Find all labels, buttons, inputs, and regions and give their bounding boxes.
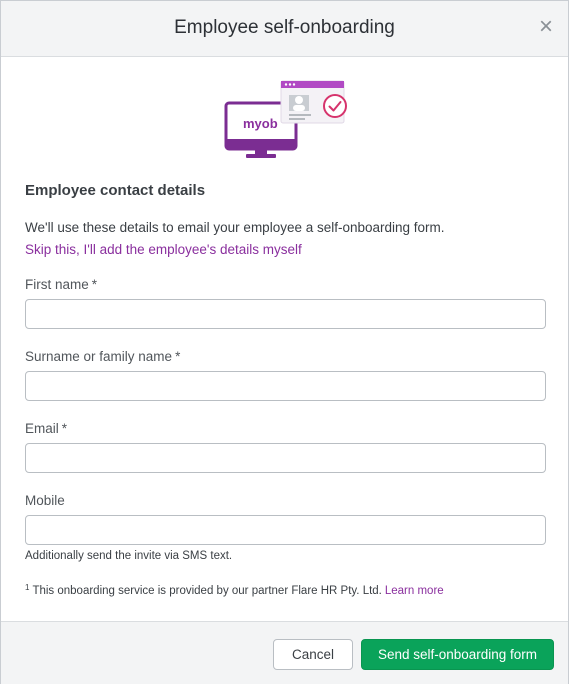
required-marker: * — [91, 277, 98, 292]
send-self-onboarding-form-button[interactable]: Send self-onboarding form — [361, 639, 554, 670]
footnote-text: This onboarding service is provided by o… — [32, 585, 382, 597]
myob-logo: myob — [243, 116, 278, 131]
dialog-header: Employee self-onboarding × — [1, 1, 568, 57]
intro-text: We'll use these details to email your em… — [25, 220, 445, 235]
mobile-label-text: Mobile — [25, 493, 65, 508]
learn-more-link[interactable]: Learn more — [385, 585, 444, 597]
first-name-input[interactable] — [25, 299, 546, 329]
footnote-marker: 1 — [25, 583, 30, 592]
email-label: Email * — [25, 421, 67, 436]
section-heading: Employee contact details — [25, 182, 206, 199]
employee-self-onboarding-dialog: Employee self-onboarding × myob Employee… — [0, 0, 569, 684]
first-name-label: First name * — [25, 277, 97, 292]
mobile-label: Mobile — [25, 493, 65, 508]
computer-with-profile-card-icon: myob — [224, 80, 347, 158]
first-name-label-text: First name — [25, 277, 89, 292]
email-input[interactable] — [25, 443, 546, 473]
skip-link[interactable]: Skip this, I'll add the employee's detai… — [25, 242, 302, 257]
surname-label-text: Surname or family name — [25, 349, 173, 364]
required-marker: * — [61, 421, 68, 436]
email-label-text: Email — [25, 421, 59, 436]
surname-input[interactable] — [25, 371, 546, 401]
surname-label: Surname or family name * — [25, 349, 180, 364]
mobile-helper-text: Additionally send the invite via SMS tex… — [25, 550, 233, 562]
required-marker: * — [175, 349, 181, 364]
dialog-title: Employee self-onboarding — [174, 17, 395, 38]
mobile-input[interactable] — [25, 515, 546, 545]
close-icon[interactable]: × — [536, 15, 556, 39]
cancel-button[interactable]: Cancel — [273, 639, 353, 670]
dialog-footer: Cancel Send self-onboarding form — [1, 621, 568, 684]
footnote: 1 This onboarding service is provided by … — [25, 583, 444, 597]
